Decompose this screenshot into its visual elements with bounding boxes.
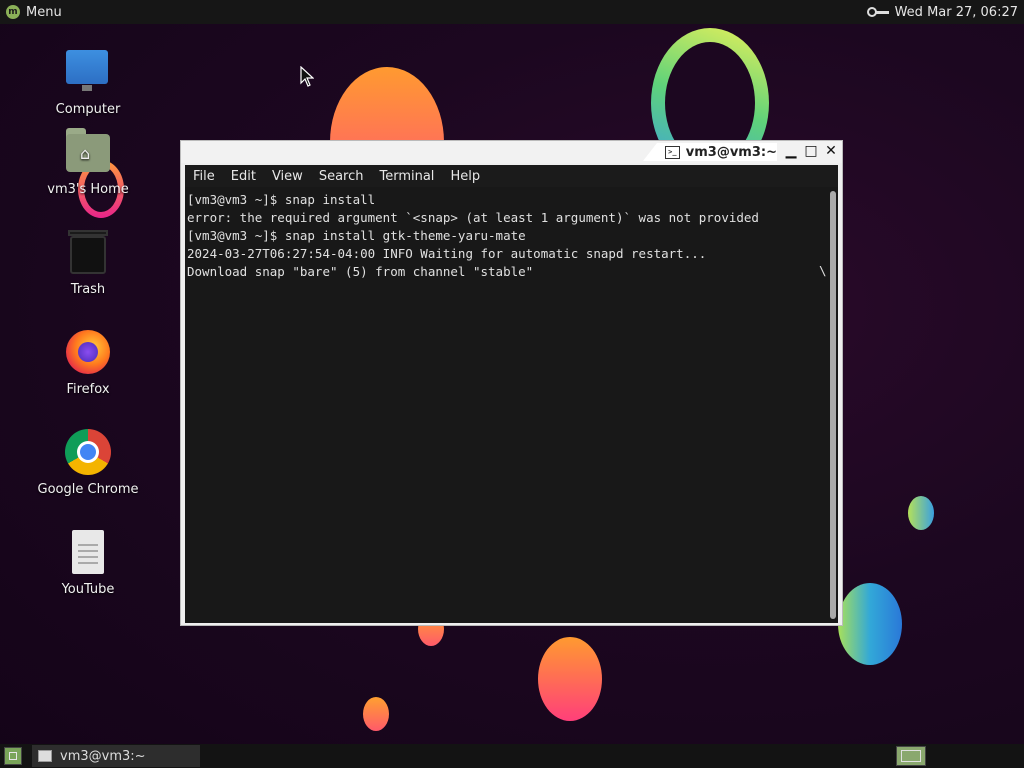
desktop-icon-label: Google Chrome — [37, 482, 139, 497]
clock[interactable]: Wed Mar 27, 06:27 — [895, 5, 1018, 20]
terminal-scrollbar[interactable] — [830, 191, 836, 619]
wallpaper-blob — [363, 697, 389, 731]
desktop-icon-label: YouTube — [61, 582, 115, 597]
computer-icon — [64, 48, 112, 96]
desktop-icon-label: Firefox — [66, 382, 110, 397]
desktop-icon-firefox[interactable]: Firefox — [30, 328, 146, 397]
menu-button[interactable]: m Menu — [0, 5, 62, 20]
menu-help[interactable]: Help — [442, 169, 488, 184]
terminal-line: error: the required argument `<snap> (at… — [187, 210, 759, 225]
firefox-icon — [64, 328, 112, 376]
wallpaper-blob — [908, 496, 934, 530]
mate-logo-icon: m — [6, 5, 20, 19]
terminal-window[interactable]: >_ vm3@vm3:~ ▁ □ ✕ File Edit View Search… — [180, 140, 843, 626]
bottom-panel: vm3@vm3:~ — [0, 744, 1024, 768]
show-desktop-button[interactable] — [4, 747, 22, 765]
terminal-line: 2024-03-27T06:27:54-04:00 INFO Waiting f… — [187, 246, 707, 261]
terminal-line: Download snap "bare" (5) from channel "s… — [187, 264, 534, 279]
window-controls: ▁ □ ✕ — [784, 142, 838, 160]
desktop-icon-home[interactable]: ⌂ vm3's Home — [30, 128, 146, 197]
terminal-line: [vm3@vm3 ~]$ snap install gtk-theme-yaru… — [187, 228, 526, 243]
close-button[interactable]: ✕ — [824, 142, 838, 160]
taskbar-window-button[interactable]: vm3@vm3:~ — [32, 745, 200, 767]
taskbar-window-label: vm3@vm3:~ — [60, 748, 146, 764]
menu-view[interactable]: View — [264, 169, 311, 184]
home-folder-icon: ⌂ — [64, 128, 112, 176]
network-icon[interactable] — [866, 5, 889, 19]
desktop-icon-youtube[interactable]: YouTube — [30, 528, 146, 597]
window-title-tab[interactable]: >_ vm3@vm3:~ — [643, 143, 777, 161]
desktop-icon-label: vm3's Home — [47, 182, 129, 197]
terminal-menubar: File Edit View Search Terminal Help — [185, 165, 838, 187]
menu-file[interactable]: File — [185, 169, 223, 184]
top-panel: m Menu Wed Mar 27, 06:27 — [0, 0, 1024, 24]
desktop-icon-label: Trash — [70, 282, 106, 297]
workspace-switcher[interactable] — [896, 746, 926, 766]
wallpaper-blob — [538, 637, 602, 721]
terminal-icon: >_ — [665, 145, 680, 159]
chrome-icon — [64, 428, 112, 476]
wallpaper-blob — [838, 583, 902, 665]
terminal-output[interactable]: [vm3@vm3 ~]$ snap install error: the req… — [185, 187, 838, 623]
document-icon — [64, 528, 112, 576]
terminal-line: [vm3@vm3 ~]$ snap install — [187, 192, 376, 207]
desktop-icon-label: Computer — [55, 102, 121, 117]
mouse-cursor-icon — [300, 65, 315, 92]
maximize-button[interactable]: □ — [804, 142, 818, 160]
menu-label: Menu — [26, 4, 62, 20]
trash-icon — [64, 228, 112, 276]
terminal-window-icon — [38, 750, 52, 762]
progress-spinner: \ — [819, 263, 827, 278]
system-tray: Wed Mar 27, 06:27 — [866, 5, 1024, 20]
menu-search[interactable]: Search — [311, 169, 372, 184]
menu-edit[interactable]: Edit — [223, 169, 264, 184]
title-bar[interactable]: >_ vm3@vm3:~ ▁ □ ✕ — [181, 141, 842, 163]
minimize-button[interactable]: ▁ — [784, 142, 798, 160]
window-title: vm3@vm3:~ — [685, 144, 777, 160]
desktop-icon-chrome[interactable]: Google Chrome — [30, 428, 146, 497]
desktop-icon-trash[interactable]: Trash — [30, 228, 146, 297]
desktop-icon-computer[interactable]: Computer — [30, 48, 146, 117]
menu-terminal[interactable]: Terminal — [371, 169, 442, 184]
